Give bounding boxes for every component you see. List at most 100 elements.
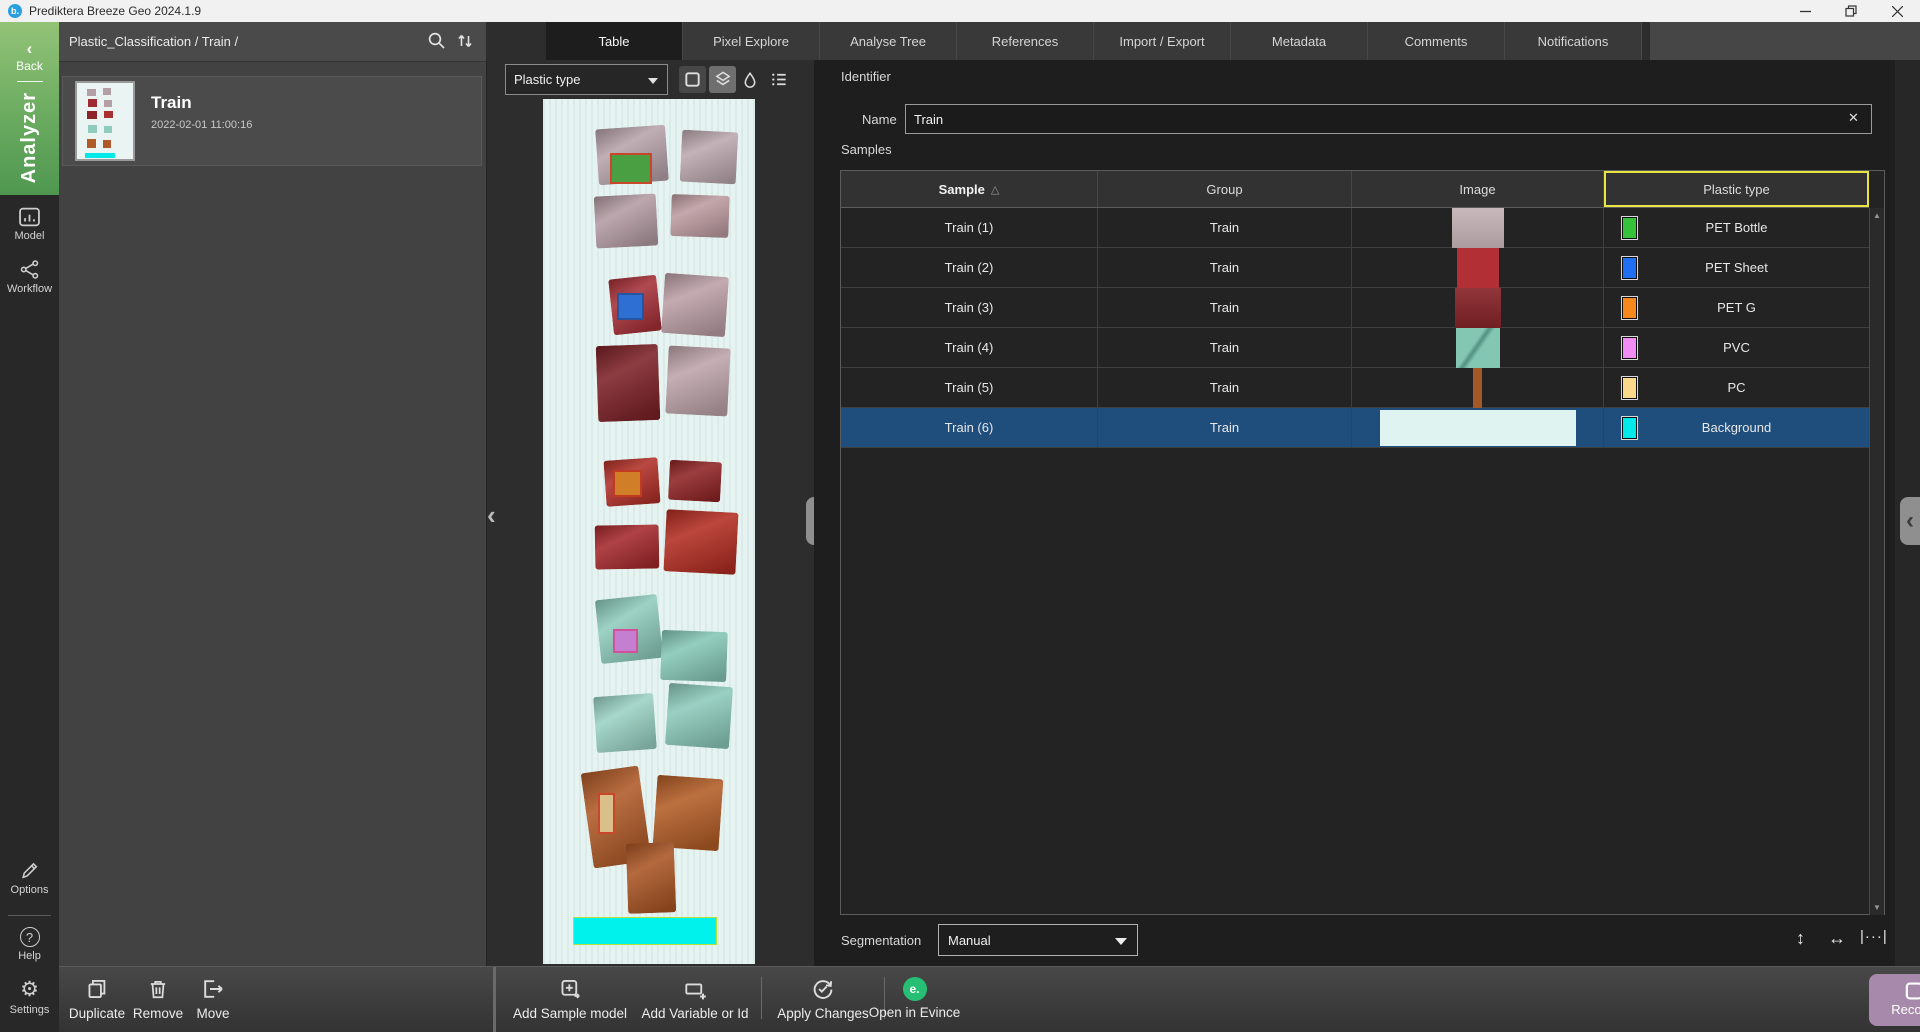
sidebar-item-help[interactable]: ? Help xyxy=(0,927,59,962)
tab-table[interactable]: Table xyxy=(546,22,683,60)
resize-horizontal-icon[interactable]: ↔ xyxy=(1828,928,1846,949)
sample-cell: Train (5) xyxy=(841,368,1098,407)
table-row[interactable]: Train (2) Train PET Sheet xyxy=(841,248,1869,288)
collapse-right-handle[interactable]: ‹ xyxy=(1900,497,1920,545)
sidebar: ‹ Back Analyzer Model Workflow Options xyxy=(0,22,59,1032)
trash-icon xyxy=(147,977,169,1001)
sidebar-item-options[interactable]: Options xyxy=(0,860,59,896)
scroll-down-icon[interactable]: ▼ xyxy=(1870,903,1884,912)
column-header-plastic-type[interactable]: Plastic type xyxy=(1604,171,1869,207)
plastic-flake xyxy=(665,345,730,416)
class-color-swatch xyxy=(1622,377,1637,399)
scan-image[interactable] xyxy=(543,99,755,964)
help-icon: ? xyxy=(20,927,40,947)
breadcrumb[interactable]: Plastic_Classification / Train / xyxy=(69,34,238,49)
segmentation-label: Segmentation xyxy=(841,933,921,948)
sidebar-item-model[interactable]: Model xyxy=(0,207,59,242)
layer-select-dropdown[interactable]: Plastic type xyxy=(505,64,668,95)
droplet-icon xyxy=(741,70,759,90)
tab-import-export[interactable]: Import / Export xyxy=(1094,22,1231,60)
sample-image-thumb xyxy=(1456,328,1500,368)
table-row[interactable]: Train (1) Train PET Bottle xyxy=(841,208,1869,248)
column-header-image[interactable]: Image xyxy=(1352,171,1604,207)
open-in-evince-button[interactable]: e. Open in Evince xyxy=(857,977,972,1020)
image-cell xyxy=(1352,208,1604,247)
search-button[interactable] xyxy=(427,31,447,56)
group-cell: Train xyxy=(1098,208,1352,247)
collapse-left-panel-handle[interactable]: ‹ xyxy=(487,502,496,528)
sample-image-thumb xyxy=(1455,288,1501,328)
image-cell xyxy=(1352,248,1604,287)
tab-notifications[interactable]: Notifications xyxy=(1505,22,1642,60)
plastic-type-cell: PC xyxy=(1604,368,1869,407)
column-header-label: Sample xyxy=(939,182,985,197)
add-variable-button[interactable]: Add Variable or Id xyxy=(637,977,753,1021)
column-header-sample[interactable]: Sample △ xyxy=(841,171,1098,207)
restore-button[interactable] xyxy=(1828,0,1874,22)
sidebar-item-settings[interactable]: ⚙ Settings xyxy=(0,979,59,1016)
table-row-selected[interactable]: Train (6) Train Background xyxy=(841,408,1869,448)
table-row[interactable]: Train (3) Train PET G xyxy=(841,288,1869,328)
analyzer-mode-label: Analyzer xyxy=(0,84,59,192)
class-color-swatch xyxy=(1622,297,1637,319)
scroll-up-icon[interactable]: ▲ xyxy=(1870,211,1884,220)
back-button[interactable]: ‹ Back Analyzer xyxy=(0,22,59,195)
name-field-label: Name xyxy=(862,112,897,127)
add-sample-model-icon xyxy=(559,977,582,1001)
view-list-button[interactable] xyxy=(766,66,792,93)
add-sample-model-button[interactable]: Add Sample model xyxy=(510,977,630,1021)
duplicate-button[interactable]: Duplicate xyxy=(67,977,127,1021)
minimize-button[interactable] xyxy=(1782,0,1828,22)
plastic-flake xyxy=(596,344,661,422)
column-fit-icon[interactable]: |···| xyxy=(1860,928,1888,945)
sample-image-thumb xyxy=(1473,368,1482,408)
view-intensity-button[interactable] xyxy=(738,66,762,93)
tab-pixel-explore[interactable]: Pixel Explore xyxy=(683,22,820,60)
back-chevron-icon: ‹ xyxy=(0,22,59,57)
move-icon xyxy=(201,977,225,1001)
table-row[interactable]: Train (4) Train PVC xyxy=(841,328,1869,368)
open-in-evince-label: Open in Evince xyxy=(869,1005,961,1020)
sort-button[interactable] xyxy=(455,31,475,56)
panel-divider xyxy=(493,967,496,1032)
table-scrollbar[interactable]: ▲ ▼ xyxy=(1869,208,1884,915)
bottom-action-bar: Duplicate Remove Move Add Sample model xyxy=(59,966,1920,1032)
sample-cell: Train (1) xyxy=(841,208,1098,247)
move-label: Move xyxy=(196,1006,229,1021)
view-plain-button[interactable] xyxy=(679,66,706,93)
identifier-section-label: Identifier xyxy=(841,69,891,84)
clear-name-icon[interactable]: ✕ xyxy=(1848,110,1859,126)
sidebar-item-workflow[interactable]: Workflow xyxy=(0,259,59,295)
dataset-timestamp: 2022-02-01 11:00:16 xyxy=(151,119,252,131)
recorder-button[interactable]: Recorder xyxy=(1869,974,1920,1026)
move-button[interactable]: Move xyxy=(189,977,237,1021)
plastic-type-cell: PET Sheet xyxy=(1604,248,1869,287)
view-layers-button[interactable] xyxy=(709,66,736,93)
breadcrumb-bar: Plastic_Classification / Train / xyxy=(59,22,486,62)
tab-metadata[interactable]: Metadata xyxy=(1231,22,1368,60)
duplicate-icon xyxy=(86,977,109,1001)
marker-pet-g xyxy=(613,470,642,497)
resize-vertical-icon[interactable]: ↕ xyxy=(1796,928,1805,949)
sample-image-thumb xyxy=(1457,248,1499,288)
close-button[interactable] xyxy=(1874,0,1920,22)
sample-image-thumb xyxy=(1452,208,1504,248)
tab-references[interactable]: References xyxy=(957,22,1094,60)
column-header-group[interactable]: Group xyxy=(1098,171,1352,207)
tab-analyse-tree[interactable]: Analyse Tree xyxy=(820,22,957,60)
title-bar: b. Prediktera Breeze Geo 2024.1.9 xyxy=(0,0,1920,22)
sample-cell: Train (4) xyxy=(841,328,1098,367)
tab-comments[interactable]: Comments xyxy=(1368,22,1505,60)
segmentation-dropdown[interactable]: Manual xyxy=(938,924,1138,956)
workflow-nodes-icon xyxy=(18,259,41,280)
image-cell xyxy=(1352,408,1604,447)
dataset-item-train[interactable]: Train 2022-02-01 11:00:16 xyxy=(62,76,482,166)
add-sample-model-label: Add Sample model xyxy=(513,1006,627,1021)
name-input[interactable] xyxy=(905,104,1872,134)
sort-arrows-icon xyxy=(455,31,475,51)
plastic-flake xyxy=(661,273,729,337)
remove-button[interactable]: Remove xyxy=(129,977,187,1021)
marker-background xyxy=(573,917,717,945)
plastic-type-cell: Background xyxy=(1604,408,1869,447)
table-row[interactable]: Train (5) Train PC xyxy=(841,368,1869,408)
